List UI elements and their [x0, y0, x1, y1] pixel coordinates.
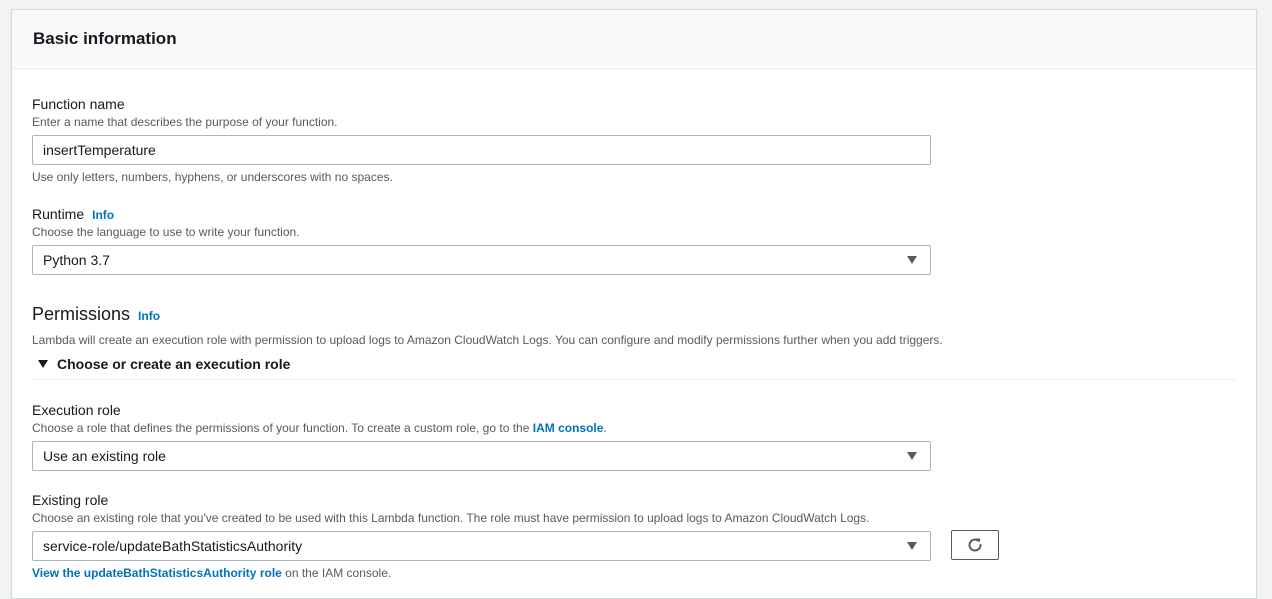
execution-role-description: Choose a role that defines the permissio… — [32, 421, 607, 436]
execution-role-description-end: . — [603, 421, 607, 435]
permissions-title: Permissions — [32, 304, 131, 324]
execution-role-selected-value: Use an existing role — [43, 448, 166, 464]
permissions-info-link[interactable]: Info — [138, 309, 160, 323]
runtime-select[interactable]: Python 3.7 — [32, 245, 931, 275]
expander-label: Choose or create an execution role — [57, 356, 291, 372]
existing-role-label: Existing role — [32, 492, 109, 508]
existing-role-description: Choose an existing role that you've crea… — [32, 511, 870, 525]
expander-divider — [32, 379, 1236, 380]
view-role-suffix: on the IAM console. — [281, 566, 392, 580]
permissions-description: Lambda will create an execution role wit… — [32, 333, 943, 347]
refresh-roles-button[interactable] — [951, 530, 999, 560]
refresh-icon — [968, 538, 982, 552]
function-name-input[interactable]: insertTemperature — [32, 135, 931, 165]
existing-role-select[interactable]: service-role/updateBathStatisticsAuthori… — [32, 531, 931, 561]
existing-role-selected-value: service-role/updateBathStatisticsAuthori… — [43, 538, 303, 554]
view-role-link[interactable]: View the updateBathStatisticsAuthority r… — [32, 566, 282, 580]
execution-role-description-text: Choose a role that defines the permissio… — [32, 421, 533, 435]
function-name-label: Function name — [32, 96, 125, 112]
execution-role-label: Execution role — [32, 402, 121, 418]
function-name-constraint: Use only letters, numbers, hyphens, or u… — [32, 170, 393, 184]
execution-role-expander[interactable]: Choose or create an execution role — [38, 356, 290, 372]
runtime-info-link[interactable]: Info — [92, 208, 114, 222]
panel-header: Basic information — [12, 10, 1256, 69]
function-name-description: Enter a name that describes the purpose … — [32, 115, 338, 129]
caret-down-icon — [907, 452, 917, 460]
runtime-label-row: Runtime Info — [32, 205, 114, 224]
caret-down-icon — [907, 542, 917, 550]
iam-console-link[interactable]: IAM console — [533, 421, 604, 435]
permissions-heading: Permissions Info — [32, 303, 160, 325]
runtime-description: Choose the language to use to write your… — [32, 225, 300, 239]
caret-down-icon — [907, 256, 917, 264]
runtime-selected-value: Python 3.7 — [43, 252, 110, 268]
execution-role-select[interactable]: Use an existing role — [32, 441, 931, 471]
panel-title: Basic information — [33, 29, 177, 48]
runtime-label: Runtime — [32, 206, 85, 222]
caret-down-icon — [38, 360, 48, 369]
view-role-line: View the updateBathStatisticsAuthority r… — [32, 566, 391, 581]
